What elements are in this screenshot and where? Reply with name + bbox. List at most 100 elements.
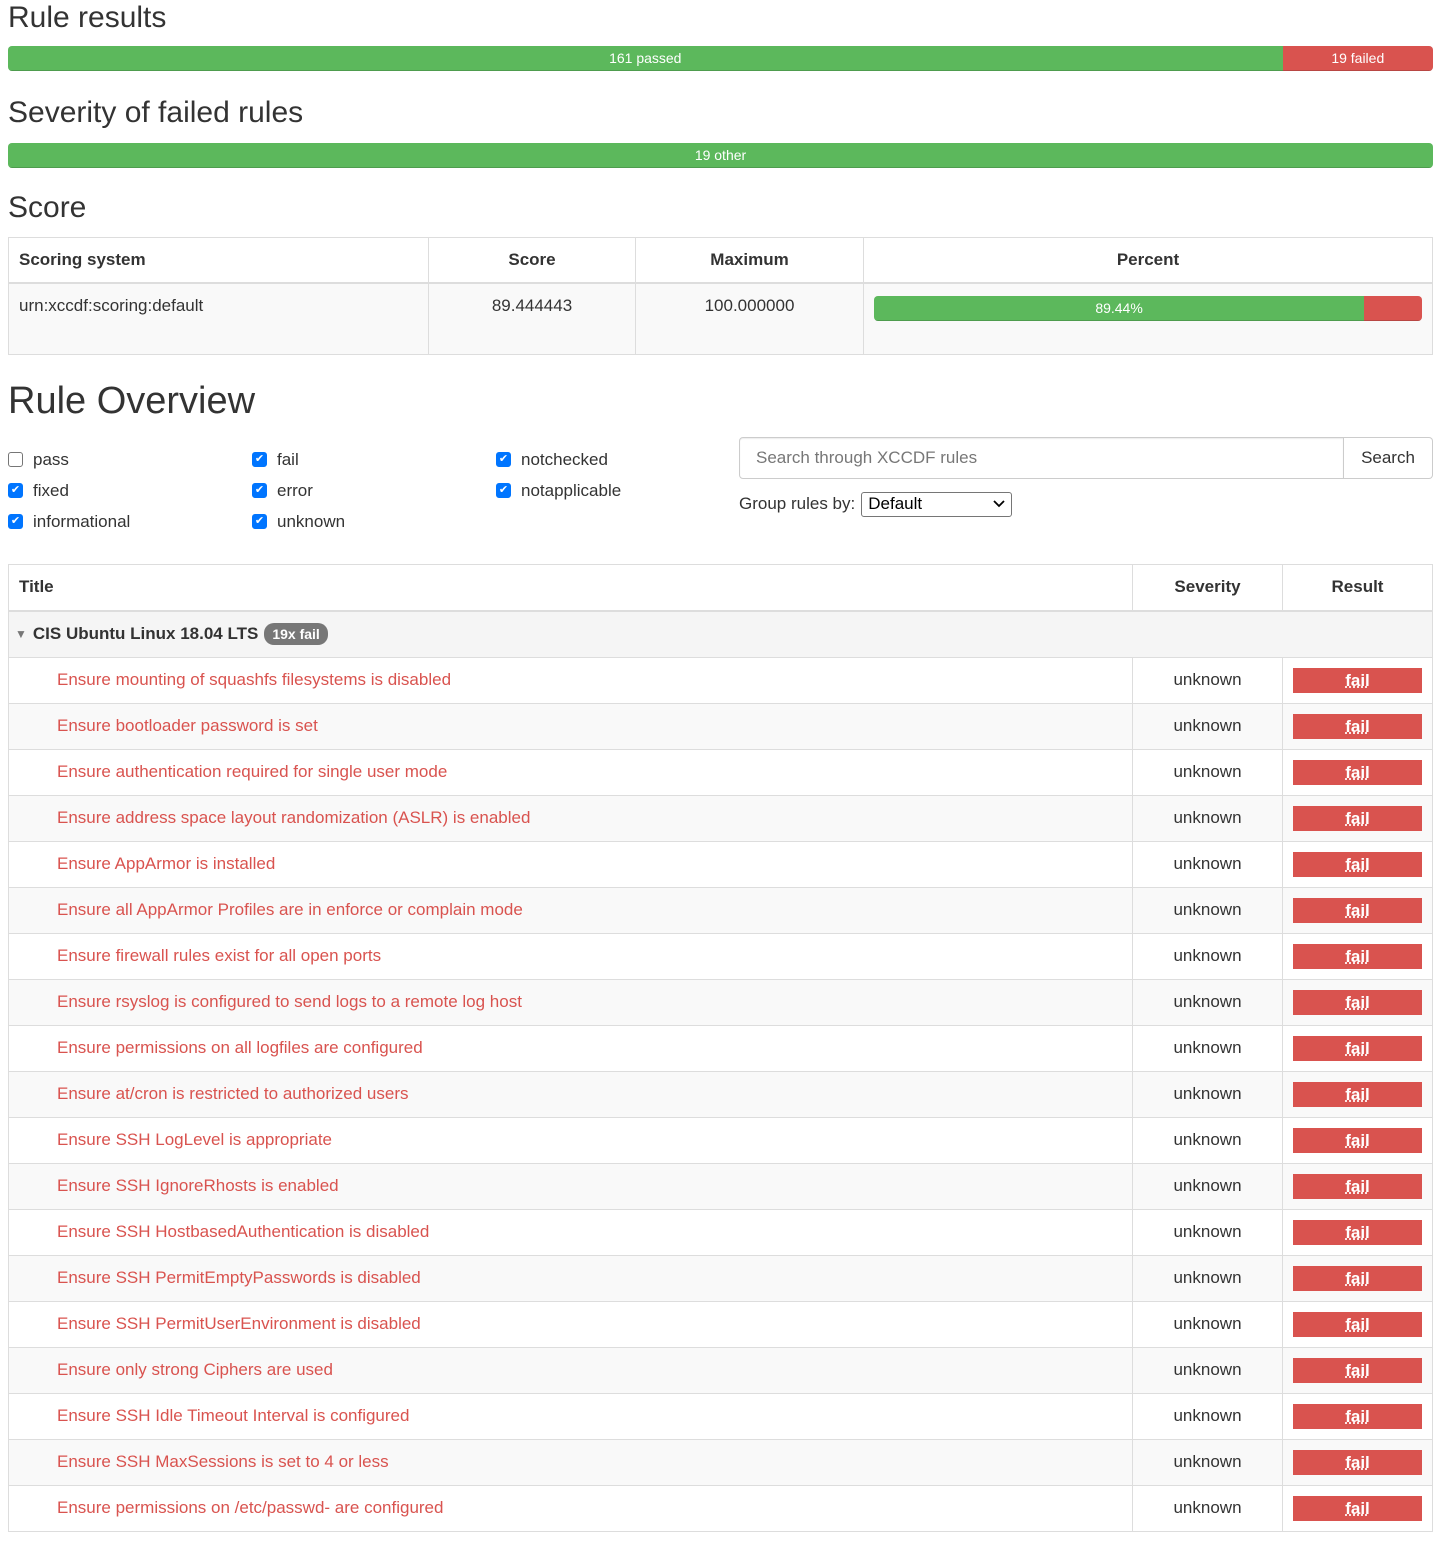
result-fail-label[interactable]: fail [1293,1127,1422,1153]
rule-title-link[interactable]: Ensure SSH IgnoreRhosts is enabled [8,1162,1133,1210]
rule-result-cell: fail [1282,702,1433,750]
result-fail-label[interactable]: fail [1293,1403,1422,1429]
search-input[interactable] [739,436,1344,479]
rule-row: Ensure AppArmor is installed unknown fail [8,840,1433,888]
search-button[interactable]: Search [1344,436,1433,479]
percent-progress: 89.44% [874,296,1422,321]
rule-row: Ensure SSH HostbasedAuthentication is di… [8,1208,1433,1256]
result-fail-label[interactable]: fail [1293,1081,1422,1107]
rule-result-cell: fail [1282,1438,1433,1486]
rule-title-link[interactable]: Ensure SSH PermitUserEnvironment is disa… [8,1300,1133,1348]
rule-result-cell: fail [1282,1300,1433,1348]
result-fail-label[interactable]: fail [1293,851,1422,877]
rule-severity: unknown [1132,1300,1283,1348]
filter-informational[interactable]: ✔ informational [8,511,252,533]
checkbox-error[interactable]: ✔ [252,483,267,498]
filter-label: fail [277,449,299,469]
filter-fixed[interactable]: ✔ fixed [8,480,252,502]
result-fail-label[interactable]: fail [1293,1265,1422,1291]
rule-row: Ensure address space layout randomizatio… [8,794,1433,842]
checkbox-notapplicable[interactable]: ✔ [496,483,511,498]
result-fail-label[interactable]: fail [1293,943,1422,969]
filter-label: pass [33,449,69,469]
rule-severity: unknown [1132,1392,1283,1440]
filter-label: informational [33,511,131,531]
rule-title-link[interactable]: Ensure at/cron is restricted to authoriz… [8,1070,1133,1118]
filter-label: unknown [277,511,346,531]
collapse-triangle-icon[interactable]: ▼ [15,627,27,641]
score-row: urn:xccdf:scoring:default 89.444443 100.… [8,282,1433,355]
filter-error[interactable]: ✔ error [252,480,496,502]
result-fail-label[interactable]: fail [1293,759,1422,785]
rule-severity: unknown [1132,1162,1283,1210]
rule-results-progress: 161 passed 19 failed [8,46,1433,71]
rule-result-cell: fail [1282,1162,1433,1210]
rule-result-cell: fail [1282,656,1433,704]
checkbox-notchecked[interactable]: ✔ [496,452,511,467]
filter-fail[interactable]: ✔ fail [252,449,496,471]
rule-title-link[interactable]: Ensure SSH HostbasedAuthentication is di… [8,1208,1133,1256]
rule-title-link[interactable]: Ensure authentication required for singl… [8,748,1133,796]
result-fail-label[interactable]: fail [1293,1449,1422,1475]
result-fail-label[interactable]: fail [1293,1173,1422,1199]
rule-row: Ensure SSH IgnoreRhosts is enabled unknow… [8,1162,1433,1210]
result-fail-label[interactable]: fail [1293,713,1422,739]
col-result: Result [1282,563,1433,612]
rule-result-cell: fail [1282,1208,1433,1256]
checkbox-fixed[interactable]: ✔ [8,483,23,498]
rule-row: Ensure bootloader password is set unknown… [8,702,1433,750]
result-fail-label[interactable]: fail [1293,897,1422,923]
percent-bar: 89.44% [874,296,1365,321]
rule-title-link[interactable]: Ensure address space layout randomizatio… [8,794,1133,842]
rule-title-link[interactable]: Ensure permissions on /etc/passwd- are c… [8,1484,1133,1532]
rule-row: Ensure mounting of squashfs filesystems … [8,656,1433,704]
rule-title-link[interactable]: Ensure SSH Idle Timeout Interval is conf… [8,1392,1133,1440]
rule-title-link[interactable]: Ensure SSH PermitEmptyPasswords is disab… [8,1254,1133,1302]
result-fail-label[interactable]: fail [1293,1035,1422,1061]
rule-title-link[interactable]: Ensure AppArmor is installed [8,840,1133,888]
rule-result-cell: fail [1282,748,1433,796]
rule-title-link[interactable]: Ensure firewall rules exist for all open… [8,932,1133,980]
rule-title-link[interactable]: Ensure rsyslog is configured to send log… [8,978,1133,1026]
result-fail-label[interactable]: fail [1293,805,1422,831]
rule-row: Ensure SSH PermitEmptyPasswords is disab… [8,1254,1433,1302]
filter-label: notapplicable [521,480,622,500]
rule-title-link[interactable]: Ensure all AppArmor Profiles are in enfo… [8,886,1133,934]
rule-title-link[interactable]: Ensure mounting of squashfs filesystems … [8,656,1133,704]
result-fail-label[interactable]: fail [1293,1357,1422,1383]
checkbox-fail[interactable]: ✔ [252,452,267,467]
rule-severity: unknown [1132,1438,1283,1486]
rule-row: Ensure only strong Ciphers are used unkno… [8,1346,1433,1394]
filter-notchecked[interactable]: ✔ notchecked [496,449,739,471]
scoring-system-value: urn:xccdf:scoring:default [8,282,429,355]
result-fail-label[interactable]: fail [1293,667,1422,693]
result-fail-label[interactable]: fail [1293,1219,1422,1245]
rule-title-link[interactable]: Ensure bootloader password is set [8,702,1133,750]
filter-pass[interactable]: pass [8,449,252,471]
col-severity: Severity [1132,563,1283,612]
filter-unknown[interactable]: ✔ unknown [252,511,496,533]
rule-title-link[interactable]: Ensure SSH MaxSessions is set to 4 or le… [8,1438,1133,1486]
checkbox-pass[interactable] [8,452,23,467]
group-by-value: Default [868,494,923,513]
rule-result-cell: fail [1282,1116,1433,1164]
rule-result-cell: fail [1282,1346,1433,1394]
rule-result-cell: fail [1282,1254,1433,1302]
result-filters: pass ✔ fail ✔ notchecked ✔ fixed ✔ error ✔ notappl… [8,437,739,533]
result-fail-label[interactable]: fail [1293,989,1422,1015]
rule-title-link[interactable]: Ensure only strong Ciphers are used [8,1346,1133,1394]
group-by-select[interactable]: Default [861,491,1013,517]
checkbox-unknown[interactable]: ✔ [252,514,267,529]
rule-title-link[interactable]: Ensure permissions on all logfiles are c… [8,1024,1133,1072]
rule-overview-heading: Rule Overview [8,379,256,422]
rule-result-cell: fail [1282,794,1433,842]
filter-notapplicable[interactable]: ✔ notapplicable [496,480,739,502]
result-fail-label[interactable]: fail [1293,1311,1422,1337]
rule-severity: unknown [1132,978,1283,1026]
checkbox-informational[interactable]: ✔ [8,514,23,529]
rule-title-link[interactable]: Ensure SSH LogLevel is appropriate [8,1116,1133,1164]
rule-severity: unknown [1132,1116,1283,1164]
result-fail-label[interactable]: fail [1293,1495,1422,1521]
group-row[interactable]: ▼ CIS Ubuntu Linux 18.04 LTS 19x fail [8,610,1433,658]
rule-row: Ensure SSH LogLevel is appropriate unknow… [8,1116,1433,1164]
